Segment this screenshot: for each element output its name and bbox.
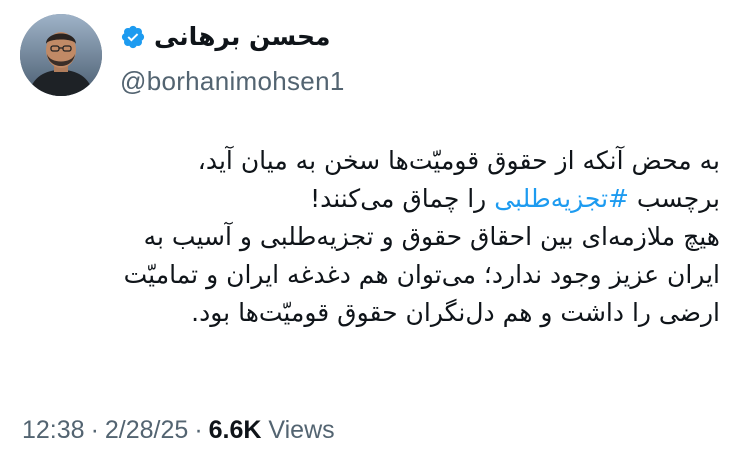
views-label: Views <box>268 416 335 444</box>
tweet-line: هیچ ملازمه‌ای بین احقاق حقوق و تجزیه‌طلب… <box>143 222 720 251</box>
meta-separator: · <box>194 416 203 444</box>
tweet-line: ارضی را داشت و هم دل‌نگران حقوق قومیّت‌ه… <box>191 298 720 327</box>
tweet-line: برچسب #تجزیه‌طلبی را چماق می‌کنند! <box>30 180 720 218</box>
verified-badge-icon <box>121 25 145 48</box>
meta-separator: · <box>90 416 99 444</box>
display-name[interactable]: محسن برهانی <box>154 22 330 51</box>
avatar[interactable] <box>20 14 102 96</box>
tweet-time[interactable]: 12:38 <box>22 416 85 444</box>
tweet-text-segment: را چماق می‌کنند! <box>310 184 495 213</box>
tweet-text: به محض آنکه از حقوق قومیّت‌ها سخن به میا… <box>30 142 720 332</box>
views-count[interactable]: 6.6K <box>209 416 262 444</box>
avatar-portrait-icon <box>20 14 102 96</box>
tweet-line: ایران عزیز وجود ندارد؛ می‌توان هم دغدغه … <box>123 260 720 289</box>
user-handle[interactable]: @borhanimohsen1 <box>120 66 345 97</box>
tweet-header: محسن برهانی @borhanimohsen1 <box>20 14 730 104</box>
hashtag-link[interactable]: #تجزیه‌طلبی <box>494 184 629 213</box>
tweet-line: به محض آنکه از حقوق قومیّت‌ها سخن به میا… <box>197 146 720 175</box>
name-row: محسن برهانی <box>120 22 330 51</box>
tweet-date[interactable]: 2/28/25 <box>105 416 188 444</box>
tweet-text-segment: برچسب <box>628 184 720 213</box>
tweet-meta: 12:38 · 2/28/25 · 6.6K Views <box>22 416 335 445</box>
